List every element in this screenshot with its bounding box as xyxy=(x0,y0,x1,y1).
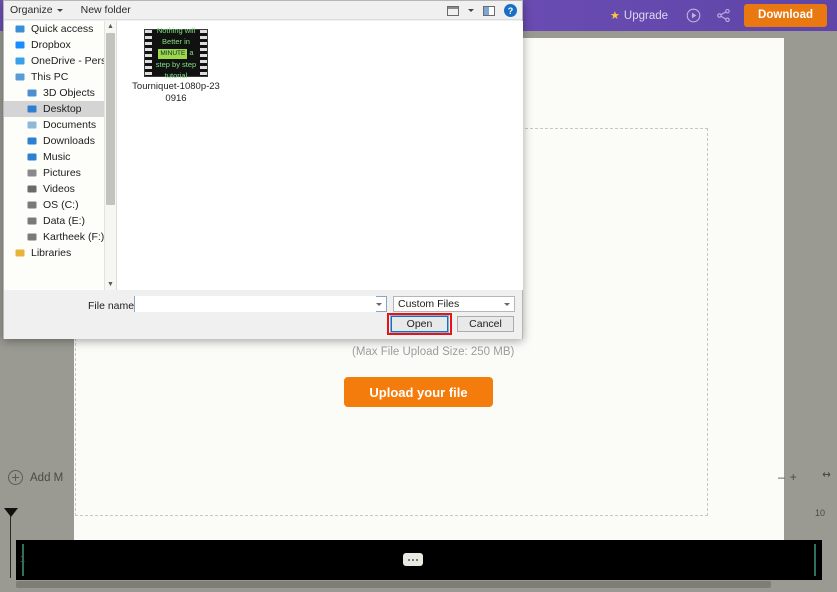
organize-menu[interactable]: Organize xyxy=(10,4,63,16)
navigation-pane: Quick access Dropbox OneDrive - Personal Th… xyxy=(4,21,104,290)
chevron-down-icon xyxy=(504,302,510,306)
upgrade-button[interactable]: ★ Upgrade xyxy=(610,9,669,23)
music-note-icon xyxy=(26,151,38,163)
cancel-button[interactable]: Cancel xyxy=(457,316,514,332)
nav-item-documents[interactable]: Documents xyxy=(4,117,104,133)
nav-item-label: This PC xyxy=(31,71,69,83)
cloud-icon xyxy=(14,55,26,67)
nav-item-this-pc[interactable]: This PC xyxy=(4,69,104,85)
view-layout-icon[interactable] xyxy=(447,5,459,16)
ruler-tick-10: 10 xyxy=(815,508,826,518)
track-index-label: 1 xyxy=(20,554,26,564)
plus-circle-icon xyxy=(8,470,23,485)
zoom-minus-label: – xyxy=(778,470,785,484)
file-name-input[interactable] xyxy=(134,296,387,312)
scrollbar-thumb[interactable] xyxy=(106,33,115,205)
download-arrow-icon xyxy=(26,135,38,147)
navigation-scrollbar[interactable]: ▲ ▼ xyxy=(104,21,116,290)
nav-item-music[interactable]: Music xyxy=(4,149,104,165)
star-icon: ★ xyxy=(610,10,620,22)
nav-item-label: Documents xyxy=(43,119,97,131)
nav-item-label: Pictures xyxy=(43,167,81,179)
documents-icon xyxy=(26,119,38,131)
desktop-icon xyxy=(26,103,38,115)
upload-your-file-button[interactable]: Upload your file xyxy=(344,377,493,407)
nav-item-os-c[interactable]: OS (C:) xyxy=(4,197,104,213)
file-name-field-label: File name: xyxy=(88,300,138,312)
hard-drive-icon xyxy=(26,215,38,227)
nav-item-label: OS (C:) xyxy=(43,199,79,211)
nav-item-label: Kartheek (F:) xyxy=(43,231,104,243)
nav-item-kartheek-f[interactable]: Kartheek (F:) xyxy=(4,229,104,245)
file-name-label: Tourniquet-1080p-230916 xyxy=(132,81,220,104)
folder-icon xyxy=(14,247,26,259)
nav-item-desktop[interactable]: Desktop xyxy=(4,101,104,117)
help-icon[interactable]: ? xyxy=(504,4,517,17)
thumbnail-caption: Nothing will Better in MINUTE a step by … xyxy=(155,25,197,81)
nav-item-libraries[interactable]: Libraries xyxy=(4,245,104,261)
add-media-label: Add M xyxy=(30,471,64,484)
organize-label: Organize xyxy=(10,4,53,16)
play-circle-icon[interactable] xyxy=(684,7,702,25)
scroll-up-icon[interactable]: ▲ xyxy=(105,21,116,32)
nav-item-label: Dropbox xyxy=(31,39,71,51)
download-button[interactable]: Download xyxy=(744,3,827,28)
nav-item-label: Libraries xyxy=(31,247,72,259)
zoom-plus-label: + xyxy=(789,470,797,484)
hard-drive-icon xyxy=(26,231,38,243)
fit-width-button[interactable] xyxy=(820,470,833,479)
view-chevron-down-icon[interactable] xyxy=(468,9,474,12)
file-name-text[interactable] xyxy=(135,296,376,312)
nav-item-pictures[interactable]: Pictures xyxy=(4,165,104,181)
open-file-dialog: Organize New folder ? Quick access Dropbo… xyxy=(3,0,523,339)
timeline-horizontal-scrollbar[interactable] xyxy=(16,581,771,588)
pictures-icon xyxy=(26,167,38,179)
nav-item-data-e[interactable]: Data (E:) xyxy=(4,213,104,229)
nav-item-label: Videos xyxy=(43,183,75,195)
dialog-toolbar: Organize New folder ? xyxy=(4,1,522,20)
track-trim-handle-right[interactable] xyxy=(814,544,816,576)
new-folder-button[interactable]: New folder xyxy=(81,4,131,16)
videos-icon xyxy=(26,183,38,195)
scroll-down-icon[interactable]: ▼ xyxy=(105,279,116,290)
max-size-note: (Max File Upload Size: 250 MB) xyxy=(352,346,515,358)
nav-item-downloads[interactable]: Downloads xyxy=(4,133,104,149)
nav-item-label: Data (E:) xyxy=(43,215,86,227)
nav-item-dropbox[interactable]: Dropbox xyxy=(4,37,104,53)
share-icon[interactable] xyxy=(714,7,732,25)
filter-value-label: Custom Files xyxy=(398,298,460,310)
dropbox-icon xyxy=(14,39,26,51)
cube-icon xyxy=(26,87,38,99)
chevron-down-icon[interactable] xyxy=(376,302,382,306)
file-list-pane[interactable]: Nothing will Better in MINUTE a step by … xyxy=(116,21,523,290)
nav-item-3d-objects[interactable]: 3D Objects xyxy=(4,85,104,101)
nav-item-label: OneDrive - Personal xyxy=(31,55,104,67)
video-file-icon: Nothing will Better in MINUTE a step by … xyxy=(144,26,208,80)
dialog-body: Quick access Dropbox OneDrive - Personal Th… xyxy=(4,21,523,290)
track-grip-handle[interactable] xyxy=(403,553,423,566)
chevron-down-icon xyxy=(56,8,63,12)
thumbnail-badge: MINUTE xyxy=(158,49,188,59)
pin-star-icon xyxy=(14,23,26,35)
file-type-filter-select[interactable]: Custom Files xyxy=(393,296,515,312)
nav-item-label: Downloads xyxy=(43,135,95,147)
upgrade-label: Upgrade xyxy=(623,9,669,22)
nav-item-label: 3D Objects xyxy=(43,87,95,99)
nav-item-label: Desktop xyxy=(43,103,82,115)
open-button[interactable]: Open xyxy=(390,315,449,333)
hard-drive-icon xyxy=(26,199,38,211)
nav-item-label: Music xyxy=(43,151,71,163)
zoom-out-control[interactable]: – + xyxy=(778,470,797,484)
list-item[interactable]: Nothing will Better in MINUTE a step by … xyxy=(131,26,221,105)
nav-item-onedrive-personal[interactable]: OneDrive - Personal xyxy=(4,53,104,69)
playhead-marker[interactable] xyxy=(4,508,18,520)
add-media-button[interactable]: Add M xyxy=(8,470,63,485)
computer-icon xyxy=(14,71,26,83)
nav-item-label: Quick access xyxy=(31,23,94,35)
nav-item-quick-access[interactable]: Quick access xyxy=(4,21,104,37)
playhead-line xyxy=(10,516,11,578)
preview-pane-icon[interactable] xyxy=(483,5,495,16)
nav-item-videos[interactable]: Videos xyxy=(4,181,104,197)
